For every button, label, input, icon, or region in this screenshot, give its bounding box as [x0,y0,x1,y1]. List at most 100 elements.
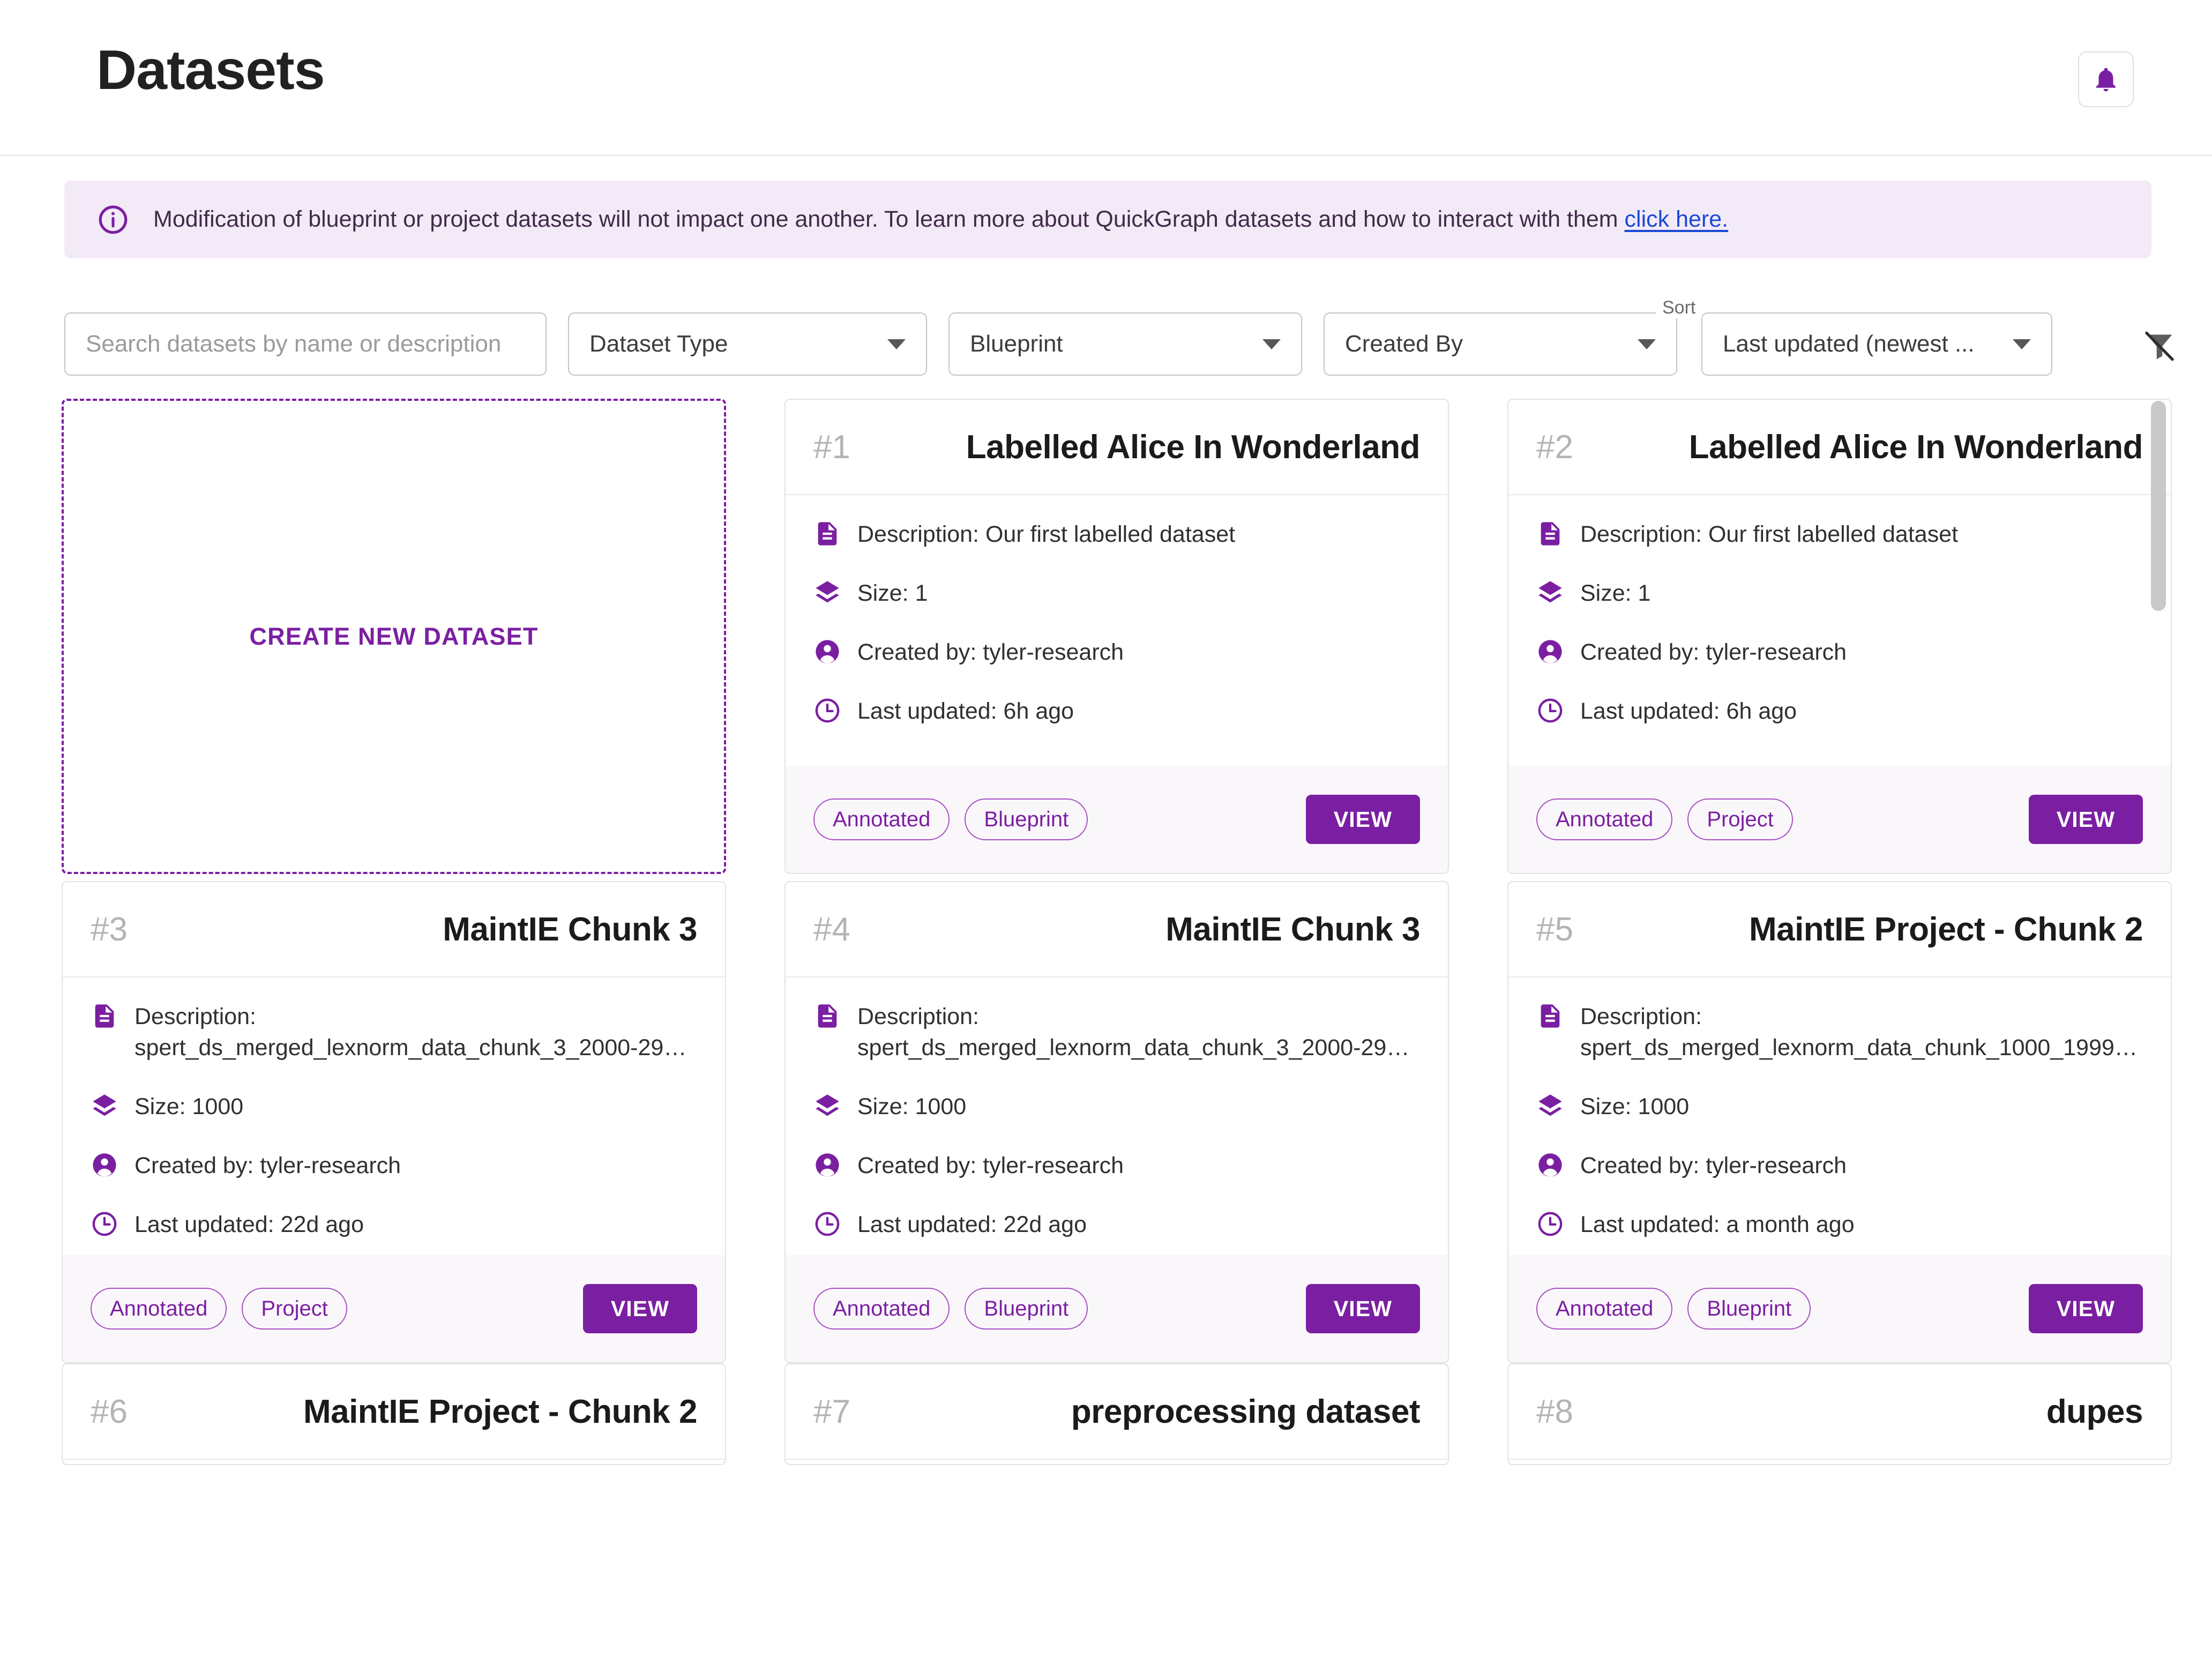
clear-filters-button[interactable] [2135,322,2184,370]
dataset-card[interactable]: #3 MaintIE Chunk 3 Description:spert_ds_… [62,881,726,1363]
dataset-chip[interactable]: Annotated [1536,798,1672,840]
dataset-card-title: MaintIE Chunk 3 [128,910,697,949]
dataset-card-number: #1 [813,428,850,466]
person-icon [813,638,841,666]
dataset-chip[interactable]: Annotated [813,1288,950,1330]
chevron-down-icon [1638,339,1656,349]
dataset-creator-text: Created by: tyler-research [134,1150,401,1181]
dataset-size-text: Size: 1 [857,578,928,609]
view-button[interactable]: VIEW [1306,1284,1420,1333]
dataset-description-line2: spert_ds_merged_lexnorm_data_chunk_1000_… [1580,1032,2143,1063]
dataset-size-text: Size: 1000 [1580,1091,1689,1122]
view-button[interactable]: VIEW [583,1284,697,1333]
datasets-grid: CREATE NEW DATASET #1 Labelled Alice In … [0,399,2212,1665]
clock-icon [813,1210,841,1238]
blueprint-select[interactable]: Blueprint [948,312,1302,376]
bell-icon [2091,65,2120,94]
dataset-size-text: Size: 1000 [134,1091,243,1122]
dataset-description-line1: Description: [857,1001,1420,1032]
dataset-updated-text: Last updated: 6h ago [1580,696,1797,727]
dataset-chip[interactable]: Project [242,1288,347,1330]
dataset-card-wrap: #7 preprocessing dataset [784,1363,1449,1465]
dataset-card[interactable]: #4 MaintIE Chunk 3 Description:spert_ds_… [784,881,1449,1363]
clock-icon [1536,1210,1564,1238]
search-input[interactable]: Search datasets by name or description [64,312,547,376]
dataset-description-line1: Description: [1580,1001,2143,1032]
dataset-card-header: #5 MaintIE Project - Chunk 2 [1508,882,2171,977]
dataset-card-title: MaintIE Project - Chunk 2 [1573,910,2143,949]
dataset-card-wrap: #4 MaintIE Chunk 3 Description:spert_ds_… [784,881,1449,1363]
layers-icon [1536,579,1564,607]
dataset-updated-row: Last updated: a month ago [1536,1209,2143,1240]
dataset-card-title: preprocessing dataset [850,1393,1420,1431]
dataset-card[interactable]: #7 preprocessing dataset [784,1363,1449,1465]
dataset-chip[interactable]: Blueprint [1687,1288,1811,1330]
dataset-size-row: Size: 1 [813,578,1420,609]
dataset-card[interactable]: #1 Labelled Alice In Wonderland Descript… [784,399,1449,874]
dataset-card-wrap: #8 dupes [1507,1363,2172,1465]
vertical-scrollbar-thumb[interactable] [2151,401,2166,611]
dataset-creator-row: Created by: tyler-research [1536,1150,2143,1181]
dataset-card[interactable]: #2 Labelled Alice In Wonderland Descript… [1507,399,2172,874]
dataset-type-select[interactable]: Dataset Type [568,312,927,376]
view-button[interactable]: VIEW [2029,1284,2143,1333]
sort-floating-label: Sort [1656,297,1702,318]
dataset-size-row: Size: 1000 [1536,1091,2143,1122]
filter-toolbar: Search datasets by name or description D… [64,312,2154,377]
dataset-card-body: Description: Our first labelled dataset … [1508,495,2171,766]
dataset-card-title: MaintIE Chunk 3 [850,910,1420,949]
dataset-card-wrap: #5 MaintIE Project - Chunk 2 Description… [1507,881,2172,1363]
dataset-card[interactable]: #8 dupes [1507,1363,2172,1465]
view-button[interactable]: VIEW [1306,795,1420,844]
dataset-size-text: Size: 1000 [857,1091,966,1122]
chevron-down-icon [2013,339,2031,349]
clock-icon [1536,697,1564,725]
dataset-card-body: Description:spert_ds_merged_lexnorm_data… [1508,977,2171,1255]
dataset-card-title: Labelled Alice In Wonderland [850,428,1420,466]
datasets-page: Datasets Modification of blueprint or pr… [0,0,2212,1665]
created-by-select[interactable]: Created By [1324,312,1677,376]
sort-select[interactable]: Last updated (newest ... [1701,312,2052,376]
app-header: Datasets [0,0,2212,156]
dataset-size-text: Size: 1 [1580,578,1650,609]
dataset-updated-row: Last updated: 22d ago [91,1209,697,1240]
create-new-dataset-label: CREATE NEW DATASET [249,623,538,651]
sort-value: Last updated (newest ... [1723,331,2013,357]
dataset-chip[interactable]: Project [1687,798,1793,840]
dataset-card-footer: Annotated Blueprint VIEW [786,766,1448,873]
layers-icon [1536,1092,1564,1120]
view-button[interactable]: VIEW [2029,795,2143,844]
dataset-card-title: MaintIE Project - Chunk 2 [128,1393,697,1431]
person-icon [91,1151,118,1179]
notifications-button[interactable] [2078,51,2134,107]
dataset-chip[interactable]: Annotated [813,798,950,840]
dataset-chip[interactable]: Blueprint [965,1288,1088,1330]
dataset-updated-row: Last updated: 22d ago [813,1209,1420,1240]
document-icon [813,1002,841,1030]
info-banner-link[interactable]: click here. [1625,206,1729,232]
dataset-card-number: #5 [1536,910,1573,949]
create-new-dataset-tile-wrap: CREATE NEW DATASET [62,399,726,874]
dataset-card-wrap: #2 Labelled Alice In Wonderland Descript… [1507,399,2172,874]
dataset-chip[interactable]: Annotated [91,1288,227,1330]
dataset-description-text: Description: Our first labelled dataset [1580,519,1958,550]
dataset-card-body: Description:spert_ds_merged_lexnorm_data… [786,977,1448,1255]
dataset-card[interactable]: #5 MaintIE Project - Chunk 2 Description… [1507,881,2172,1363]
dataset-creator-text: Created by: tyler-research [857,1150,1124,1181]
dataset-card-header: #6 MaintIE Project - Chunk 2 [63,1364,725,1460]
dataset-size-row: Size: 1000 [91,1091,697,1122]
dataset-description-line1: Description: [134,1001,697,1032]
create-new-dataset-button[interactable]: CREATE NEW DATASET [62,399,726,874]
dataset-card-footer: Annotated Project VIEW [1508,766,2171,873]
dataset-card-footer: Annotated Blueprint VIEW [786,1255,1448,1362]
dataset-chip[interactable]: Blueprint [965,798,1088,840]
document-icon [813,520,841,548]
dataset-type-value: Dataset Type [589,331,887,357]
chevron-down-icon [1262,339,1281,349]
clock-icon [91,1210,118,1238]
dataset-chip[interactable]: Annotated [1536,1288,1672,1330]
dataset-card[interactable]: #6 MaintIE Project - Chunk 2 [62,1363,726,1465]
dataset-description-row: Description:spert_ds_merged_lexnorm_data… [91,1001,697,1063]
dataset-description-line2: spert_ds_merged_lexnorm_data_chunk_3_200… [134,1032,697,1063]
layers-icon [91,1092,118,1120]
